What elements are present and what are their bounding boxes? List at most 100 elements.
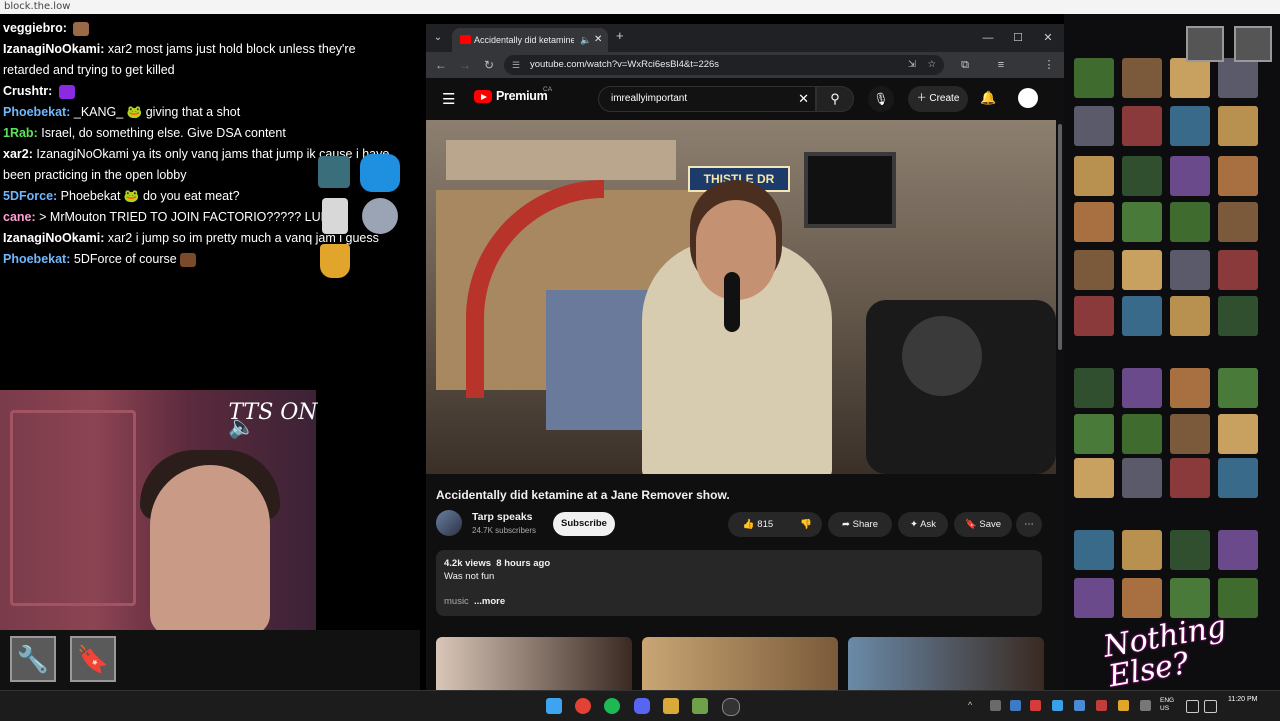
bookmark-star-icon[interactable]: ☆ (927, 55, 936, 75)
subscribe-button[interactable]: Subscribe (553, 512, 615, 536)
recommended-thumbnail[interactable] (642, 637, 838, 690)
recommended-thumbnail[interactable] (436, 637, 632, 690)
inventory-slot[interactable] (1074, 530, 1114, 570)
minimize-icon[interactable]: — (976, 28, 1000, 48)
inventory-slot[interactable] (1218, 368, 1258, 408)
inventory-slot[interactable] (1122, 58, 1162, 98)
url-field[interactable]: ☰ youtube.com/watch?v=WxRci6esBl4&t=226s… (504, 55, 944, 75)
video-player[interactable]: THISTLE DR (426, 120, 1056, 474)
site-info-icon[interactable]: ☰ (512, 55, 520, 75)
chat-username[interactable]: 5DForce: (3, 189, 57, 203)
files-icon[interactable] (663, 698, 679, 714)
channel-name[interactable]: Tarp speaks (472, 511, 533, 523)
inventory-slot[interactable] (1170, 202, 1210, 242)
inventory-slot[interactable] (1122, 414, 1162, 454)
minecraft-icon[interactable] (692, 698, 708, 714)
install-icon[interactable]: ⇲ (908, 55, 916, 75)
search-button[interactable]: ⚲ (816, 86, 854, 112)
tab-youtube[interactable]: Accidentally did ketamine a 🔈 ✕ (452, 28, 608, 52)
inventory-slot[interactable] (1170, 458, 1210, 498)
taskbar-clock[interactable]: 11:20 PM (1228, 695, 1257, 705)
inventory-slot[interactable] (1074, 250, 1114, 290)
close-window-icon[interactable]: ✕ (1036, 28, 1060, 48)
tray-app-icon[interactable] (990, 700, 1001, 711)
media-controls-icon[interactable]: ≡ (992, 56, 1010, 74)
create-button[interactable]: ＋ Create (908, 86, 968, 112)
inventory-slot[interactable] (1218, 106, 1258, 146)
chrome-icon[interactable] (575, 698, 591, 714)
tray-app-icon[interactable] (1140, 700, 1151, 711)
tab-audio-icon[interactable]: 🔈 (580, 28, 591, 52)
inventory-slot[interactable] (1218, 296, 1258, 336)
chat-username[interactable]: xar2: (3, 147, 33, 161)
inventory-slot[interactable] (1170, 530, 1210, 570)
recommended-thumbnail[interactable] (848, 637, 1044, 690)
discord-icon[interactable] (634, 698, 650, 714)
chat-username[interactable]: Phoebekat: (3, 252, 70, 266)
forward-icon[interactable]: → (456, 56, 474, 74)
inventory-slot[interactable] (1170, 296, 1210, 336)
inventory-slot[interactable] (1170, 368, 1210, 408)
inventory-slot[interactable] (1170, 250, 1210, 290)
game-g-button[interactable] (1186, 26, 1224, 62)
inventory-slot[interactable] (1074, 202, 1114, 242)
tab-close-icon[interactable]: ✕ (594, 28, 602, 52)
inventory-slot[interactable] (1122, 250, 1162, 290)
network-icon[interactable] (1186, 700, 1199, 713)
maximize-icon[interactable]: ☐ (1006, 28, 1030, 48)
clear-search-icon[interactable]: ✕ (798, 87, 809, 111)
inventory-slot[interactable] (1218, 202, 1258, 242)
next-page-arrow-icon[interactable] (1234, 26, 1272, 62)
inventory-slot[interactable] (1074, 58, 1114, 98)
channel-avatar[interactable] (436, 510, 462, 536)
tray-app-icon[interactable] (1118, 700, 1129, 711)
inventory-slot[interactable] (1218, 58, 1258, 98)
inventory-slot[interactable] (1074, 368, 1114, 408)
bookmark-icon[interactable]: 🔖 (70, 636, 116, 682)
youtube-logo-icon[interactable] (474, 90, 492, 103)
chat-username[interactable]: cane: (3, 210, 36, 224)
inventory-slot[interactable] (1122, 296, 1162, 336)
tray-app-icon[interactable] (1030, 700, 1041, 711)
inventory-slot[interactable] (1170, 106, 1210, 146)
inventory-slot[interactable] (1170, 156, 1210, 196)
chat-username[interactable]: Phoebekat: (3, 105, 70, 119)
inventory-slot[interactable] (1122, 368, 1162, 408)
locale-indicator[interactable]: ENG US (1160, 697, 1178, 713)
page-scrollbar[interactable] (1058, 124, 1062, 350)
more-actions-icon[interactable]: ⋯ (1016, 512, 1042, 537)
inventory-slot[interactable] (1074, 156, 1114, 196)
hamburger-menu-icon[interactable]: ☰ (442, 90, 455, 108)
save-button[interactable]: 🔖 Save (954, 512, 1012, 537)
volume-icon[interactable] (1204, 700, 1217, 713)
windows-start-icon[interactable] (546, 698, 562, 714)
inventory-slot[interactable] (1074, 296, 1114, 336)
inventory-slot[interactable] (1170, 414, 1210, 454)
inventory-slot[interactable] (1074, 458, 1114, 498)
youtube-premium-label[interactable]: Premium (496, 89, 548, 103)
search-input[interactable]: imreallyimportant ✕ (598, 86, 816, 112)
back-icon[interactable]: ← (432, 56, 450, 74)
inventory-slot[interactable] (1170, 58, 1210, 98)
wrench-icon[interactable]: 🔧 (10, 636, 56, 682)
tray-app-icon[interactable] (1074, 700, 1085, 711)
description-box[interactable]: 4.2k views 8 hours ago Was not fun music… (436, 550, 1042, 616)
inventory-slot[interactable] (1074, 578, 1114, 618)
new-tab-icon[interactable]: + (616, 28, 624, 43)
menu-icon[interactable]: ⋮ (1040, 56, 1058, 74)
tray-app-icon[interactable] (1052, 700, 1063, 711)
spotify-icon[interactable] (604, 698, 620, 714)
obs-icon[interactable] (722, 698, 740, 716)
extensions-icon[interactable]: ⧉ (956, 56, 974, 74)
microphone-icon[interactable]: 🎙 (868, 86, 894, 112)
notifications-bell-icon[interactable]: 🔔 (980, 90, 996, 106)
inventory-slot[interactable] (1074, 414, 1114, 454)
account-avatar[interactable] (1018, 88, 1038, 108)
inventory-slot[interactable] (1122, 202, 1162, 242)
tray-app-icon[interactable] (1096, 700, 1107, 711)
chat-username[interactable]: veggiebro: (3, 21, 67, 35)
inventory-slot[interactable] (1218, 414, 1258, 454)
inventory-slot[interactable] (1122, 578, 1162, 618)
tray-app-icon[interactable] (1010, 700, 1021, 711)
inventory-slot[interactable] (1122, 156, 1162, 196)
